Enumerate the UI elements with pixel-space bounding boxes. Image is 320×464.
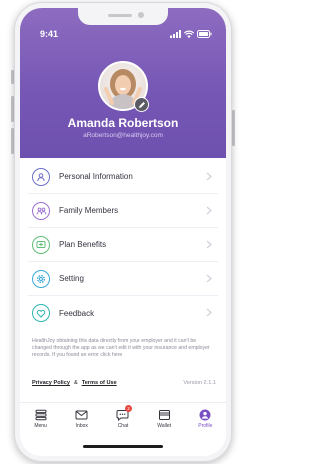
phone-notch	[78, 8, 168, 25]
phone-mockup: 9:41 Amanda Robertson aRobertson@healthj…	[0, 0, 242, 464]
person-icon	[32, 167, 50, 186]
privacy-policy-link[interactable]: Privacy Policy	[32, 380, 70, 386]
tab-inbox[interactable]: Inbox	[65, 409, 99, 429]
bottom-tab-bar: Menu Inbox 2 Chat Wallet Profile	[20, 402, 226, 438]
profile-header: 9:41 Amanda Robertson aRobertson@healthj…	[20, 8, 226, 158]
menu-item-feedback[interactable]: Feedback	[28, 296, 218, 330]
tab-label: Wallet	[157, 423, 172, 429]
menu-item-setting[interactable]: Setting	[28, 262, 218, 296]
profile-menu: Personal Information Family Members Plan…	[28, 160, 218, 330]
chevron-right-icon	[206, 172, 212, 181]
envelope-icon	[75, 410, 88, 420]
tab-chat[interactable]: 2 Chat	[106, 405, 140, 429]
avatar-wrapper[interactable]	[98, 61, 149, 112]
menu-item-label: Family Members	[59, 206, 119, 215]
wifi-icon	[184, 30, 194, 38]
profile-icon	[199, 409, 211, 421]
status-time: 9:41	[40, 29, 59, 39]
data-disclaimer: HealthJoy obtaining this data directly f…	[32, 338, 210, 358]
chevron-right-icon	[206, 240, 212, 249]
plan-card-icon	[32, 235, 50, 254]
tab-profile[interactable]: Profile	[188, 409, 222, 429]
battery-icon	[197, 29, 212, 38]
wallet-icon	[158, 410, 170, 420]
menu-item-label: Plan Benefits	[59, 240, 107, 249]
pencil-icon	[138, 101, 145, 108]
tab-wallet[interactable]: Wallet	[147, 409, 181, 429]
chevron-right-icon	[206, 206, 212, 215]
menu-icon	[35, 409, 47, 421]
tab-label: Profile	[198, 423, 213, 429]
menu-item-family-members[interactable]: Family Members	[28, 194, 218, 228]
heart-icon	[32, 304, 50, 322]
menu-item-plan-benefits[interactable]: Plan Benefits	[28, 228, 218, 262]
tab-label: Chat	[117, 423, 129, 429]
user-email: aRobertson@healthjoy.com	[83, 132, 163, 139]
edit-avatar-button[interactable]	[134, 97, 149, 112]
family-icon	[32, 201, 50, 220]
menu-item-label: Setting	[59, 274, 84, 283]
links-separator: &	[73, 380, 78, 386]
camera-icon	[138, 12, 144, 18]
tab-label: Inbox	[75, 423, 88, 429]
status-icons	[170, 29, 212, 38]
chat-unread-badge: 2	[124, 405, 132, 412]
terms-of-use-link[interactable]: Terms of Use	[82, 380, 117, 386]
home-indicator	[83, 445, 163, 448]
user-name: Amanda Robertson	[67, 116, 179, 130]
app-version: Version 2.1.1	[183, 380, 216, 386]
speaker-icon	[108, 14, 132, 17]
gear-icon	[32, 269, 50, 288]
app-screen: 9:41 Amanda Robertson aRobertson@healthj…	[20, 8, 226, 456]
tab-menu[interactable]: Menu	[24, 409, 58, 429]
signal-icon	[170, 29, 181, 38]
tab-label: Menu	[34, 423, 47, 429]
chevron-right-icon	[206, 308, 212, 317]
menu-item-personal-information[interactable]: Personal Information	[28, 160, 218, 194]
menu-item-label: Personal Information	[59, 172, 133, 181]
menu-item-label: Feedback	[59, 308, 95, 318]
legal-links: Privacy Policy & Terms of Use Version 2.1.…	[32, 380, 216, 390]
chevron-right-icon	[206, 274, 212, 283]
phone-frame: 9:41 Amanda Robertson aRobertson@healthj…	[14, 2, 232, 462]
phone-side-button	[232, 110, 235, 146]
